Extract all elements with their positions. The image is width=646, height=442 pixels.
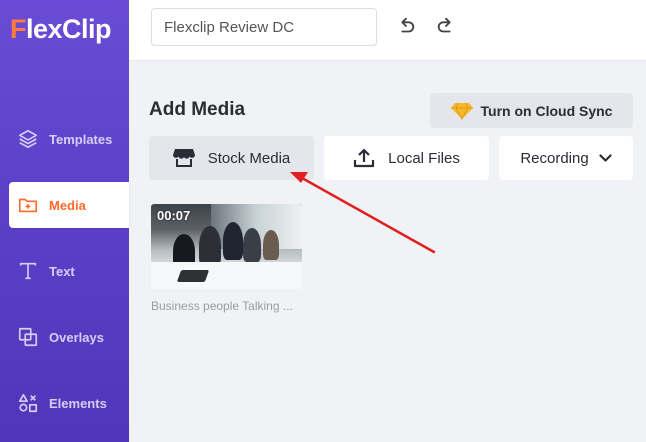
overlays-icon: [16, 325, 40, 349]
top-bar: [129, 0, 646, 61]
media-item[interactable]: 00:07 Business people Talking ...: [151, 204, 303, 313]
stock-media-button[interactable]: Stock Media: [149, 136, 314, 180]
sidebar-item-label: Templates: [49, 131, 113, 147]
sidebar-item-elements[interactable]: Elements: [0, 380, 129, 426]
layers-icon: [16, 127, 40, 151]
redo-icon[interactable]: [434, 14, 458, 38]
project-title-input[interactable]: [151, 8, 377, 46]
sidebar-item-overlays[interactable]: Overlays: [0, 314, 129, 360]
cloud-sync-label: Turn on Cloud Sync: [480, 102, 613, 119]
sidebar-item-media[interactable]: Media: [9, 182, 129, 228]
thumbnail-table: [151, 262, 302, 289]
sidebar-item-label: Media: [49, 197, 86, 213]
recording-label: Recording: [520, 149, 589, 167]
recording-dropdown[interactable]: Recording: [499, 136, 633, 180]
panel-title: Add Media: [149, 99, 246, 120]
upload-icon: [353, 148, 375, 168]
media-name: Business people Talking ...: [151, 299, 293, 313]
chevron-down-icon: [599, 153, 612, 163]
shapes-icon: [16, 391, 40, 415]
sidebar-item-templates[interactable]: Templates: [0, 116, 129, 162]
cloud-sync-button[interactable]: Turn on Cloud Sync: [430, 93, 633, 128]
sidebar: FlexClip Templates Media Text Overlays E…: [0, 0, 129, 442]
stock-media-label: Stock Media: [207, 149, 291, 167]
text-icon: [16, 259, 40, 283]
flexclip-logo[interactable]: FlexClip: [10, 14, 112, 45]
diamond-icon: [450, 102, 473, 120]
sidebar-item-label: Elements: [49, 395, 107, 411]
video-thumbnail[interactable]: 00:07: [151, 204, 302, 289]
store-icon: [172, 148, 195, 168]
sidebar-item-label: Overlays: [49, 329, 104, 345]
sidebar-item-text[interactable]: Text: [0, 248, 129, 294]
undo-icon[interactable]: [394, 14, 418, 38]
video-duration: 00:07: [157, 208, 191, 223]
local-files-label: Local Files: [388, 149, 460, 167]
local-files-button[interactable]: Local Files: [324, 136, 489, 180]
sidebar-item-label: Text: [49, 263, 75, 279]
folder-plus-icon: [16, 193, 40, 217]
